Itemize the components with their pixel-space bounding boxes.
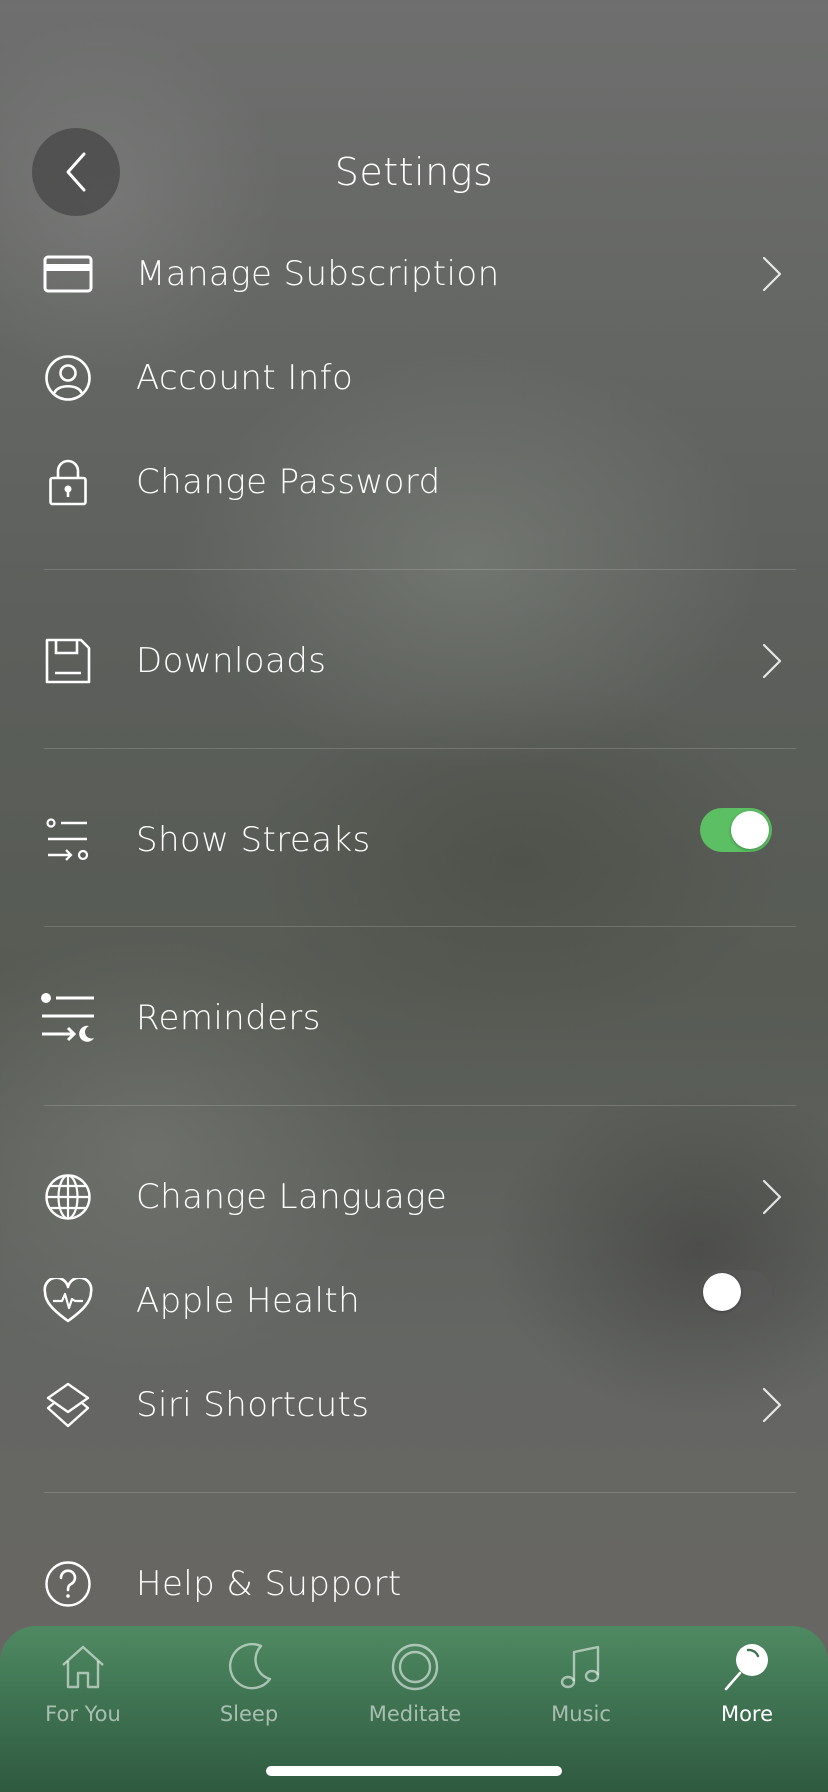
siri-shortcuts-label: Siri Shortcuts — [136, 1385, 370, 1425]
tab-label: More — [720, 1702, 774, 1726]
downloads-row[interactable]: Downloads — [0, 613, 828, 709]
chevron-right-icon — [762, 1387, 782, 1423]
reminders-row[interactable]: Reminders — [0, 970, 828, 1066]
home-icon — [53, 1638, 113, 1696]
change-language-row[interactable]: Change Language — [0, 1149, 828, 1245]
tab-sleep[interactable]: Sleep — [166, 1638, 332, 1748]
chevron-right-icon — [762, 256, 782, 292]
floppy-disk-icon — [40, 637, 96, 685]
tab-meditate[interactable]: Meditate — [332, 1638, 498, 1748]
music-note-icon — [551, 1638, 611, 1696]
siri-shortcuts-row[interactable]: Siri Shortcuts — [0, 1357, 828, 1453]
change-password-label: Change Password — [136, 462, 441, 502]
show-streaks-row: Show Streaks — [0, 792, 828, 888]
change-password-row[interactable]: Change Password — [0, 434, 828, 530]
divider — [44, 1492, 796, 1493]
help-support-label: Help & Support — [136, 1564, 402, 1604]
chevron-right-icon — [762, 1179, 782, 1215]
downloads-label: Downloads — [136, 641, 327, 681]
moon-icon — [219, 1638, 279, 1696]
account-info-label: Account Info — [136, 358, 354, 398]
toggle-knob — [731, 811, 769, 849]
tab-label: Meditate — [368, 1702, 462, 1726]
divider — [44, 926, 796, 927]
tab-label: For You — [45, 1702, 121, 1726]
apple-health-row: Apple Health — [0, 1253, 828, 1349]
account-info-row[interactable]: Account Info — [0, 330, 828, 426]
credit-card-icon — [40, 250, 96, 298]
tab-for-you[interactable]: For You — [0, 1638, 166, 1748]
tab-more[interactable]: More — [664, 1638, 828, 1748]
globe-icon — [40, 1173, 96, 1221]
question-circle-icon — [40, 1560, 96, 1608]
divider — [44, 1105, 796, 1106]
more-icon — [717, 1638, 777, 1696]
reminders-icon — [40, 993, 96, 1042]
page-title: Settings — [334, 150, 494, 194]
manage-subscription-row[interactable]: Manage Subscription — [0, 226, 828, 322]
chevron-right-icon — [762, 643, 782, 679]
home-indicator[interactable] — [266, 1766, 562, 1776]
manage-subscription-label: Manage Subscription — [136, 254, 500, 294]
show-streaks-toggle[interactable] — [700, 808, 772, 852]
lock-icon — [40, 458, 96, 506]
tab-music[interactable]: Music — [498, 1638, 664, 1748]
divider — [44, 748, 796, 749]
tab-label: Sleep — [219, 1702, 279, 1726]
toggle-knob — [703, 1273, 741, 1311]
apple-health-toggle[interactable] — [700, 1270, 772, 1314]
show-streaks-label: Show Streaks — [136, 820, 371, 860]
help-support-row[interactable]: Help & Support — [0, 1536, 828, 1632]
divider — [44, 569, 796, 570]
heart-pulse-icon — [40, 1277, 96, 1325]
header: Settings — [0, 128, 828, 216]
shortcuts-icon — [40, 1381, 96, 1429]
tab-label: Music — [551, 1702, 611, 1726]
change-language-label: Change Language — [136, 1177, 448, 1217]
apple-health-label: Apple Health — [136, 1281, 361, 1321]
circle-icon — [385, 1638, 445, 1696]
user-circle-icon — [40, 354, 96, 402]
streaks-icon — [40, 816, 96, 864]
reminders-label: Reminders — [136, 998, 321, 1038]
